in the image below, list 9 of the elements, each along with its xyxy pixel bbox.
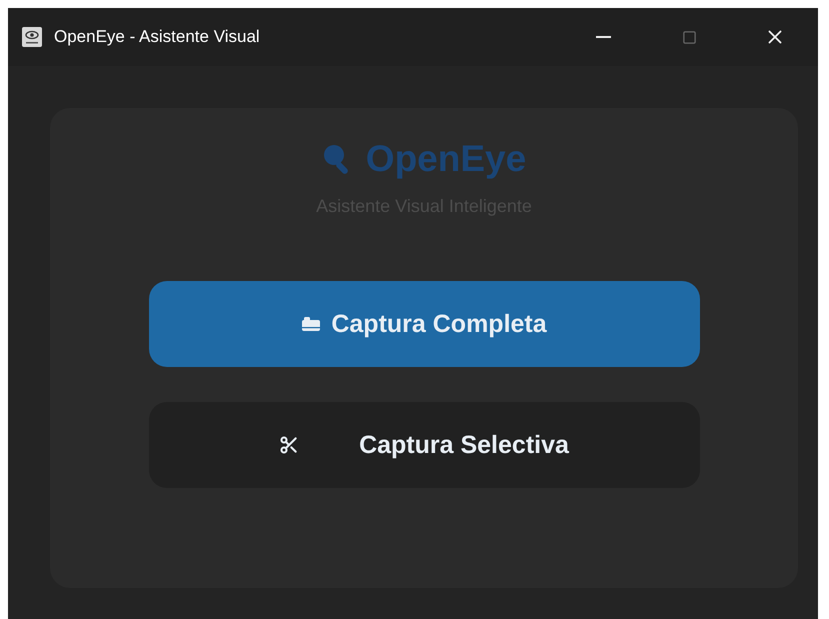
minimize-icon (596, 36, 610, 38)
capture-button[interactable]: Captura Selectiva (148, 402, 700, 488)
scissors-icon (279, 435, 300, 455)
capture-button[interactable]: Captura Completa (148, 281, 700, 367)
app-title: OpenEye (366, 138, 526, 180)
window-title: OpenEye - Asistente Visual (54, 27, 261, 47)
camera-icon (301, 316, 322, 332)
maximize-icon (682, 30, 696, 44)
eye-icon (22, 27, 42, 47)
